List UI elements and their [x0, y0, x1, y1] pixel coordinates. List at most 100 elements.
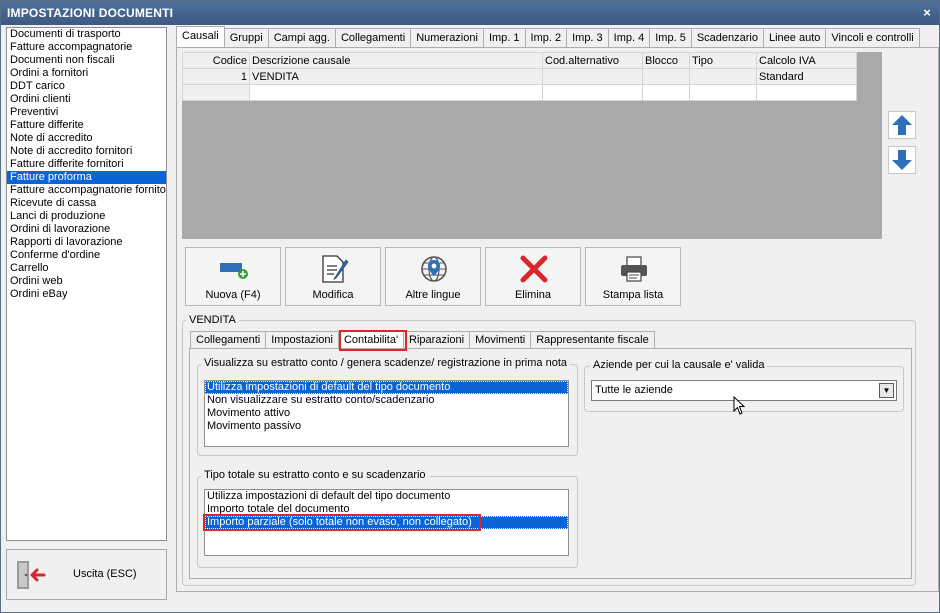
grid-column-header[interactable]: Calcolo IVA	[756, 52, 857, 69]
document-type-item[interactable]: Fatture accompagnatorie fornito	[7, 184, 166, 197]
table-cell[interactable]	[689, 68, 757, 85]
document-type-item[interactable]: Ordini a fornitori	[7, 67, 166, 80]
window-title: IMPOSTAZIONI DOCUMENTI	[7, 6, 174, 20]
document-type-item[interactable]: Ordini di lavorazione	[7, 223, 166, 236]
statement-group-caption: Visualizza su estratto conto / genera sc…	[201, 357, 570, 369]
document-type-item[interactable]: Fatture proforma	[7, 171, 166, 184]
document-type-item[interactable]: Lanci di produzione	[7, 210, 166, 223]
document-type-item[interactable]: Ordini clienti	[7, 93, 166, 106]
globe-pin-icon	[419, 254, 449, 287]
tab-campi-agg-[interactable]: Campi agg.	[267, 28, 336, 48]
tab-imp-1[interactable]: Imp. 1	[482, 28, 526, 48]
document-type-item[interactable]: Note di accredito fornitori	[7, 145, 166, 158]
table-cell[interactable]: 1	[182, 68, 250, 85]
document-type-item[interactable]: Documenti non fiscali	[7, 54, 166, 67]
print-list-button-label: Stampa lista	[602, 289, 664, 301]
document-type-item[interactable]: Preventivi	[7, 106, 166, 119]
table-cell[interactable]	[642, 68, 690, 85]
statement-options-list[interactable]: Utilizza impostazioni di default del tip…	[204, 380, 569, 447]
causale-detail-caption: VENDITA	[186, 314, 239, 326]
tab-collegamenti[interactable]: Collegamenti	[190, 331, 267, 349]
list-item[interactable]: Utilizza impostazioni di default del tip…	[205, 490, 568, 503]
new-button[interactable]: Nuova (F4)	[185, 247, 281, 306]
top-tab-strip: Causali Gruppi Campi agg. Collegamenti Numer…	[176, 26, 920, 48]
tab-gruppi[interactable]: Gruppi	[223, 28, 269, 48]
causali-grid[interactable]: Codice Descrizione causale Cod.alternativo…	[182, 52, 857, 101]
languages-button-label: Altre lingue	[405, 289, 461, 301]
document-type-item[interactable]: Ordini web	[7, 275, 166, 288]
grid-column-header[interactable]: Codice	[182, 52, 250, 69]
title-bar: IMPOSTAZIONI DOCUMENTI ×	[1, 1, 939, 25]
tab-imp-5[interactable]: Imp. 5	[649, 28, 692, 48]
companies-group-caption: Aziende per cui la causale e' valida	[590, 359, 768, 371]
close-icon[interactable]: ×	[923, 1, 931, 25]
mouse-cursor-icon	[733, 396, 746, 415]
document-type-item[interactable]: Conferme d'ordine	[7, 249, 166, 262]
print-list-button[interactable]: Stampa lista	[585, 247, 681, 306]
tab-numerazioni[interactable]: Numerazioni	[410, 28, 484, 48]
arrow-down-icon	[892, 150, 912, 170]
table-cell[interactable]	[249, 84, 543, 101]
edit-button-label: Modifica	[312, 289, 354, 301]
table-cell[interactable]	[182, 84, 250, 101]
list-item[interactable]: Movimento attivo	[205, 407, 568, 420]
tab-imp-4[interactable]: Imp. 4	[607, 28, 651, 48]
detail-tab-strip: Collegamenti Impostazioni Contabilita' Ripa…	[190, 331, 655, 349]
grid-column-header[interactable]: Descrizione causale	[249, 52, 543, 69]
tab-rappresentante-fiscale[interactable]: Rappresentante fiscale	[530, 331, 655, 349]
document-type-item[interactable]: Ordini eBay	[7, 288, 166, 301]
document-type-item[interactable]: Fatture accompagnatorie	[7, 41, 166, 54]
edit-document-icon	[319, 254, 349, 287]
list-item[interactable]: Utilizza impostazioni di default del tip…	[205, 381, 568, 394]
printer-icon	[619, 254, 649, 287]
tab-vincoli-e-controlli[interactable]: Vincoli e controlli	[825, 28, 920, 48]
table-cell[interactable]: Standard	[756, 68, 857, 85]
tab-causali[interactable]: Causali	[176, 26, 225, 48]
tab-impostazioni[interactable]: Impostazioni	[265, 331, 339, 349]
grid-column-header[interactable]: Tipo	[689, 52, 757, 69]
exit-button[interactable]: Uscita (ESC)	[6, 549, 167, 600]
languages-button[interactable]: Altre lingue	[385, 247, 481, 306]
table-cell[interactable]	[542, 84, 643, 101]
delete-button[interactable]: Elimina	[485, 247, 581, 306]
causali-grid-area: Codice Descrizione causale Cod.alternativo…	[182, 52, 882, 239]
chevron-down-icon[interactable]: ▼	[879, 383, 894, 398]
list-item[interactable]: Non visualizzare su estratto conto/scade…	[205, 394, 568, 407]
move-up-button[interactable]	[888, 111, 916, 139]
document-type-item[interactable]: Note di accredito	[7, 132, 166, 145]
edit-button[interactable]: Modifica	[285, 247, 381, 306]
table-cell[interactable]	[756, 84, 857, 101]
grid-column-header[interactable]: Cod.alternativo	[542, 52, 643, 69]
table-cell[interactable]	[542, 68, 643, 85]
tab-collegamenti[interactable]: Collegamenti	[334, 28, 412, 48]
total-type-group-caption: Tipo totale su estratto conto e su scade…	[201, 469, 429, 481]
table-cell[interactable]	[689, 84, 757, 101]
tab-imp-2[interactable]: Imp. 2	[524, 28, 568, 48]
table-cell[interactable]: VENDITA	[249, 68, 543, 85]
new-item-icon	[219, 254, 249, 287]
highlight-accounting-tab	[339, 330, 407, 351]
list-item[interactable]: Movimento passivo	[205, 420, 568, 433]
grid-column-header[interactable]: Blocco	[642, 52, 690, 69]
document-type-item[interactable]: Ricevute di cassa	[7, 197, 166, 210]
document-type-item[interactable]: Documenti di trasporto	[7, 28, 166, 41]
document-type-item[interactable]: DDT carico	[7, 80, 166, 93]
tab-scadenzario[interactable]: Scadenzario	[690, 28, 764, 48]
delete-x-icon	[519, 254, 549, 287]
document-type-item[interactable]: Rapporti di lavorazione	[7, 236, 166, 249]
delete-button-label: Elimina	[514, 289, 552, 301]
arrow-up-icon	[892, 115, 912, 135]
document-type-item[interactable]: Fatture differite	[7, 119, 166, 132]
highlight-partial-amount-option	[203, 514, 481, 531]
tab-movimenti[interactable]: Movimenti	[469, 331, 532, 349]
table-cell[interactable]	[642, 84, 690, 101]
table-row[interactable]	[182, 84, 857, 101]
tab-riparazioni[interactable]: Riparazioni	[403, 331, 471, 349]
tab-linee-auto[interactable]: Linee auto	[762, 28, 827, 48]
move-down-button[interactable]	[888, 146, 916, 174]
tab-imp-3[interactable]: Imp. 3	[566, 28, 609, 48]
document-type-item[interactable]: Fatture differite fornitori	[7, 158, 166, 171]
document-type-item[interactable]: Carrello	[7, 262, 166, 275]
document-type-list[interactable]: Documenti di trasporto Fatture accompagna…	[6, 27, 167, 541]
table-row[interactable]: 1 VENDITA Standard	[182, 68, 857, 85]
